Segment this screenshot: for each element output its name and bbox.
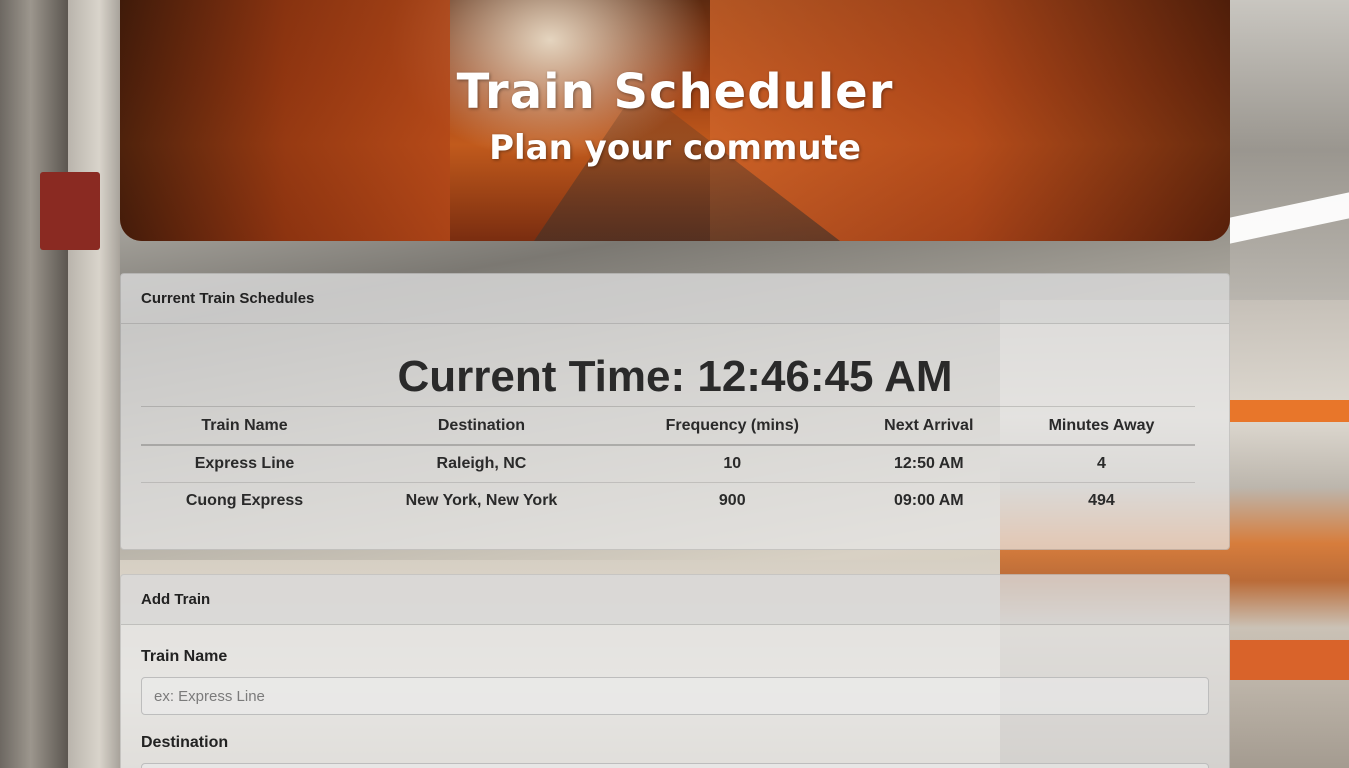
train-name-label: Train Name (141, 648, 228, 665)
column-header: Frequency (mins) (614, 406, 850, 446)
table-row: Cuong Express New York, New York 900 09:… (141, 483, 1195, 520)
current-time: Current Time: 12:46:45 AM (397, 352, 953, 401)
page-subtitle: Plan your commute (489, 128, 861, 168)
table-cell: 09:00 AM (893, 492, 964, 509)
table-cell: Cuong Express (185, 492, 304, 509)
background-pillar (0, 0, 68, 768)
schedule-table: Train Name Destination Frequency (mins) … (141, 406, 1195, 519)
table-cell: Express Line (141, 445, 349, 483)
background-train-stripe (1230, 400, 1349, 422)
table-cell: Raleigh, NC (348, 445, 615, 483)
table-cell: 494 (1088, 492, 1115, 509)
table-cell: 10 (614, 445, 850, 483)
page-title: Train Scheduler (456, 64, 894, 120)
add-train-card: Add Train Train Name Destination (120, 574, 1230, 768)
background-pillar (68, 0, 120, 768)
column-header: Destination (348, 406, 615, 446)
background-ceiling-light (1230, 192, 1349, 244)
fire-alarm-box (40, 172, 100, 250)
destination-input[interactable] (141, 763, 1209, 768)
banner-trees-left (120, 0, 450, 241)
destination-label: Destination (141, 734, 229, 751)
table-cell: 900 (718, 492, 746, 509)
background-train-stripe (1230, 640, 1349, 680)
table-cell: New York, New York (405, 492, 558, 509)
add-train-card-title: Add Train (121, 575, 1229, 625)
table-header-row: Train Name Destination Frequency (mins) … (141, 406, 1195, 446)
column-header: Train Name (141, 406, 349, 446)
schedule-card: Current Train Schedules Current Time: 12… (120, 273, 1230, 550)
column-header: Next Arrival (849, 406, 1008, 446)
table-row: Express Line Raleigh, NC 10 12:50 AM 4 (141, 445, 1195, 483)
table-cell: 12:50 AM (849, 445, 1008, 483)
train-name-input[interactable] (141, 677, 1209, 715)
table-cell: 4 (1007, 445, 1195, 483)
schedule-card-title: Current Train Schedules (121, 274, 1229, 324)
column-header: Minutes Away (1007, 406, 1195, 446)
header-banner: Train Scheduler Plan your commute (120, 0, 1230, 241)
background-ceiling (1230, 0, 1349, 300)
